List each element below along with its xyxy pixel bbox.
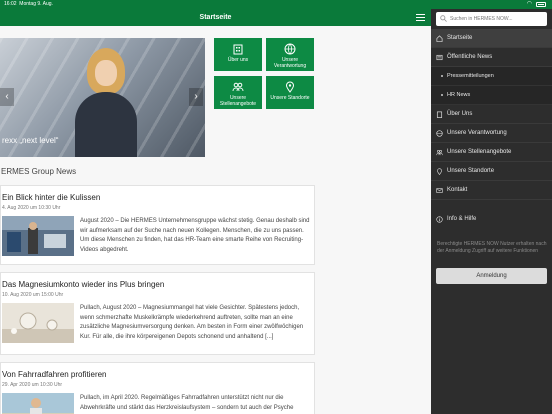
people-icon (232, 82, 244, 92)
globe-icon (284, 43, 296, 55)
location-icon (285, 81, 295, 93)
globe-icon (436, 130, 443, 137)
tile-label: Unsere Stellenangebote (219, 95, 257, 107)
hero-photo (70, 48, 140, 157)
nav-label: Über Uns (447, 111, 473, 117)
nav-item-kontakt[interactable]: Kontakt (431, 181, 552, 200)
mail-icon (436, 188, 443, 193)
nav-label: Unsere Verantwortung (447, 130, 507, 136)
hero-caption: rexx „next level“ (2, 136, 59, 145)
nav-label: Unsere Standorte (447, 168, 495, 174)
nav-item-info-hilfe[interactable]: Info & Hilfe (431, 210, 552, 229)
news-thumbnail (2, 303, 74, 343)
tile-label: Unsere Verantwortung (273, 57, 307, 69)
nav-item-verantwortung[interactable]: Unsere Verantwortung (431, 124, 552, 143)
news-thumbnail (2, 393, 74, 414)
news-date: 10. Aug 2020 um 15:00 Uhr (2, 292, 64, 298)
news-section-title: ERMES Group News (1, 167, 77, 176)
nav-item-oeffentliche-news[interactable]: Öffentliche News (431, 48, 552, 67)
status-icons: ◠ (527, 0, 546, 9)
nav-label: Info & Hilfe (447, 216, 477, 222)
nav-item-stellenangebote[interactable]: Unsere Stellenangebote (431, 143, 552, 162)
hero-carousel[interactable]: ‹ › rexx „next level“ (0, 38, 205, 157)
nav-label: Startseite (447, 35, 473, 41)
battery-icon (536, 2, 546, 7)
news-excerpt: August 2020 – Die HERMES Unternehmensgru… (80, 218, 310, 253)
nav-subitem-hr-news[interactable]: HR News (431, 86, 552, 105)
news-title[interactable]: Das Magnesiumkonto wieder ins Plus bring… (2, 280, 164, 289)
carousel-prev-button[interactable]: ‹ (0, 88, 14, 106)
main-content: ‹ › rexx „next level“ Über uns Unsere Ve… (0, 26, 431, 414)
people-icon (436, 150, 443, 156)
carousel-next-button[interactable]: › (189, 88, 203, 106)
news-title[interactable]: Ein Blick hinter die Kulissen (2, 193, 100, 202)
search-box[interactable] (436, 12, 547, 26)
nav-label: HR News (447, 92, 471, 98)
news-date: 29. Apr 2020 um 10:30 Uhr (2, 382, 63, 388)
location-icon (437, 168, 442, 175)
hamburger-menu-icon[interactable] (416, 13, 425, 22)
wifi-icon: ◠ (526, 1, 532, 7)
login-button[interactable]: Anmeldung (436, 268, 547, 284)
search-input[interactable] (450, 12, 545, 26)
app-header: Startseite (0, 9, 431, 26)
newspaper-icon (436, 54, 443, 61)
news-excerpt: Pullach, August 2020 – Magnesiummangel h… (80, 305, 304, 340)
nav-item-ueber-uns[interactable]: Über Uns (431, 105, 552, 124)
nav-item-startseite[interactable]: Startseite (431, 29, 552, 48)
tile-label: Über uns (227, 57, 249, 63)
tile-label: Unsere Standorte (270, 95, 310, 101)
building-icon (233, 44, 243, 55)
page-title: Startseite (199, 14, 232, 21)
news-excerpt: Pullach, im April 2020. Regelmäßiges Fah… (80, 395, 294, 411)
tile-ueber-uns[interactable]: Über uns (214, 38, 262, 71)
login-info-text: Berechtigte HERMES NOW Nutzer erhalten n… (437, 241, 547, 254)
news-title[interactable]: Von Fahrradfahren profitieren (2, 370, 107, 379)
bullet-icon (441, 94, 443, 96)
info-icon (436, 216, 443, 223)
tile-verantwortung[interactable]: Unsere Verantwortung (266, 38, 314, 71)
nav-subitem-pressemitteilungen[interactable]: Pressemitteilungen (431, 67, 552, 86)
news-card[interactable]: Das Magnesiumkonto wieder ins Plus bring… (0, 272, 315, 355)
nav-label: Öffentliche News (447, 54, 493, 60)
tile-stellenangebote[interactable]: Unsere Stellenangebote (214, 76, 262, 109)
nav-label: Pressemitteilungen (447, 73, 494, 79)
side-drawer: Startseite Öffentliche News Pressemittei… (431, 9, 552, 414)
home-icon (436, 35, 443, 42)
nav-label: Unsere Stellenangebote (447, 149, 512, 155)
tile-standorte[interactable]: Unsere Standorte (266, 76, 314, 109)
news-thumbnail (2, 216, 74, 256)
status-time: 16:02 Montag 9. Aug. (4, 1, 53, 7)
building-icon (436, 111, 443, 118)
status-bar: 16:02 Montag 9. Aug. ◠ (0, 0, 552, 9)
search-icon (440, 15, 447, 22)
nav-label: Kontakt (447, 187, 468, 193)
news-card[interactable]: Von Fahrradfahren profitieren 29. Apr 20… (0, 362, 315, 414)
nav-item-standorte[interactable]: Unsere Standorte (431, 162, 552, 181)
news-card[interactable]: Ein Blick hinter die Kulissen 4. Aug 202… (0, 185, 315, 265)
bullet-icon (441, 75, 443, 77)
news-date: 4. Aug 2020 um 10:30 Uhr (2, 205, 61, 211)
